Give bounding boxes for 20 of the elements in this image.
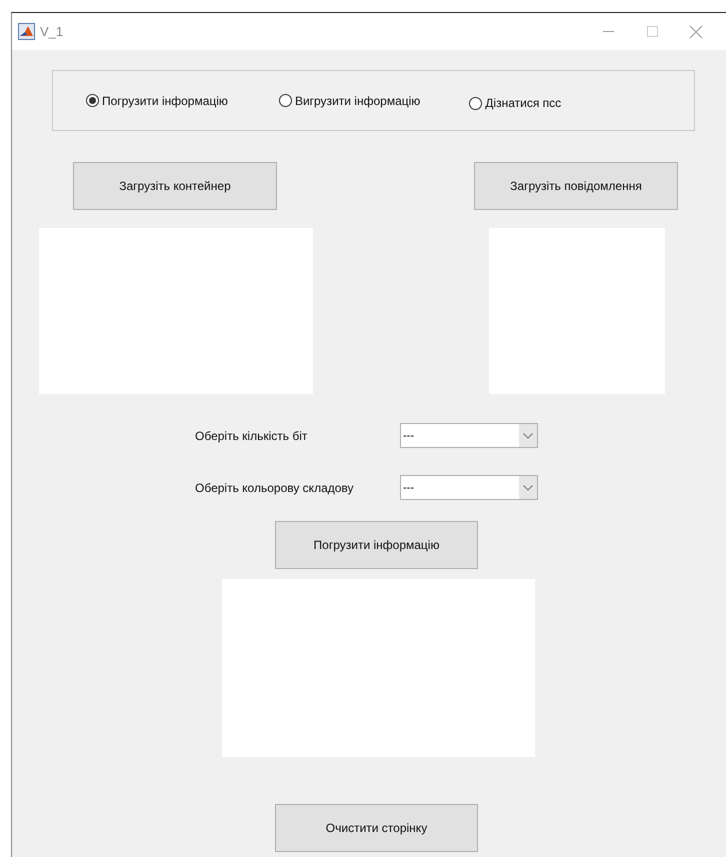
load-container-button[interactable]: Загрузіть контейнер	[73, 162, 277, 210]
radio-dot[interactable]	[86, 94, 99, 107]
minimize-icon[interactable]	[602, 31, 614, 32]
chevron-icon	[523, 484, 533, 490]
clear-button[interactable]: Очистити сторінку	[275, 804, 478, 852]
embed-button[interactable]: Погрузити інформацію	[275, 521, 478, 569]
chevron-icon	[523, 432, 533, 438]
close-icon[interactable]	[690, 26, 702, 38]
load-message-button[interactable]: Загрузіть повідомлення	[474, 162, 678, 210]
bits-label: Оберіть кількість біт	[195, 428, 308, 442]
radio-dot[interactable]	[469, 96, 482, 110]
mode-radio[interactable]: Вигрузити інформацію	[278, 94, 420, 108]
radio-dot[interactable]	[278, 94, 292, 107]
app-icon	[18, 23, 35, 40]
mode-radio[interactable]: Дізнатися псс	[469, 96, 562, 110]
mode-radio[interactable]: Погрузити інформацію	[86, 94, 228, 108]
channel-label: Оберіть кольорову складову	[195, 480, 355, 494]
window-title: V_1	[40, 24, 64, 39]
channel-dropdown[interactable]: ---	[400, 475, 538, 500]
bits-dropdown[interactable]: ---	[400, 423, 538, 448]
